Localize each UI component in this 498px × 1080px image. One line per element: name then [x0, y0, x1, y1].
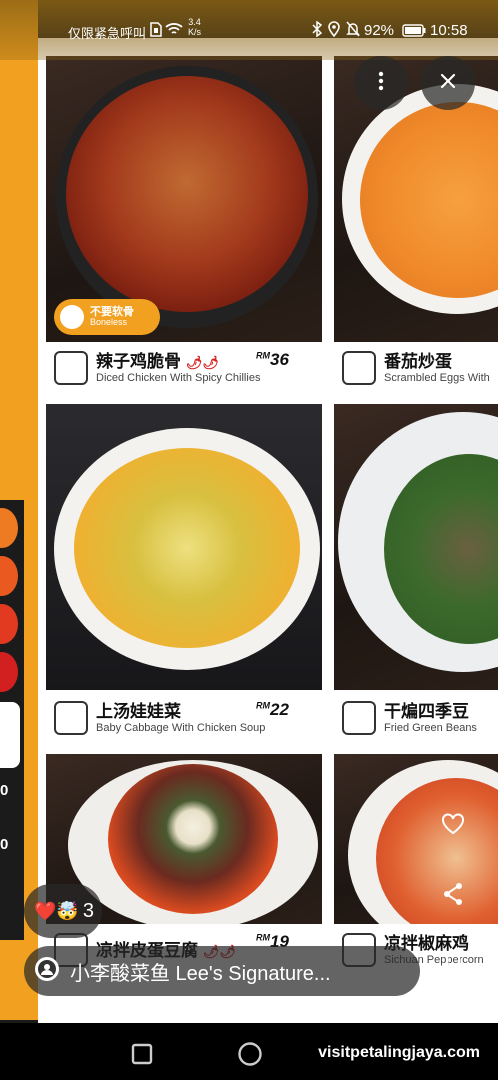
item-name-en: Diced Chicken With Spicy Chillies	[96, 371, 261, 384]
recents-button[interactable]	[131, 1043, 153, 1070]
close-icon	[440, 73, 456, 94]
item-checkbox[interactable]	[342, 701, 376, 735]
location-icon	[328, 21, 340, 42]
menu-item-tomato-eggs[interactable]: 番茄炒蛋 Scrambled Eggs With	[342, 346, 490, 390]
dish-photo-baby-cabbage	[46, 404, 322, 690]
reaction-emoji-icon: ❤️🤯	[34, 900, 79, 921]
menu-item-spicy-chicken[interactable]: 辣子鸡脆骨 🌶🌶 Diced Chicken With Spicy Chilli…	[54, 346, 260, 390]
item-checkbox[interactable]	[342, 351, 376, 385]
bluetooth-icon	[312, 20, 323, 42]
item-name-zh: 辣子鸡脆骨	[96, 351, 181, 371]
badge-en: Boneless	[90, 317, 128, 328]
home-button[interactable]	[237, 1041, 263, 1072]
mute-bell-icon	[346, 21, 360, 42]
dish-photo-green-beans	[334, 404, 498, 690]
chili-icon: 🌶🌶	[185, 354, 219, 370]
screen: 0 0 不要软骨 Boneless 辣子鸡脆骨 🌶🌶 Diced Chicken…	[0, 0, 498, 1080]
reaction-summary[interactable]: ❤️🤯 3	[24, 884, 102, 938]
menu-item-baby-cabbage[interactable]: 上汤娃娃菜 Baby Cabbage With Chicken Soup	[54, 696, 265, 740]
white-tab	[0, 702, 20, 768]
item-name-zh: 番茄炒蛋	[384, 351, 452, 371]
item-checkbox[interactable]	[54, 701, 88, 735]
share-icon	[442, 882, 464, 911]
item-name-zh: 干煸四季豆	[384, 701, 469, 721]
place-caption[interactable]: 小李酸菜鱼 Lee's Signature...	[24, 946, 420, 996]
item-name-zh: 上汤娃娃菜	[96, 701, 181, 721]
clock: 10:58	[430, 22, 468, 39]
carrier-text: 仅限紧急呼叫	[68, 26, 147, 41]
place-avatar-icon	[34, 956, 60, 987]
more-vertical-icon	[378, 71, 384, 96]
item-name-en: Fried Green Beans	[384, 721, 477, 734]
item-checkbox[interactable]	[54, 351, 88, 385]
sim-icon	[150, 22, 162, 42]
side-number: 0	[0, 782, 9, 799]
battery-icon	[402, 24, 426, 42]
item-price: RM22	[256, 700, 289, 719]
side-number: 0	[0, 836, 9, 853]
network-speed: 3.4 K/s	[188, 17, 202, 38]
like-button[interactable]	[433, 806, 473, 846]
save-button[interactable]	[433, 946, 473, 986]
menu-item-green-beans[interactable]: 干煸四季豆 Fried Green Beans	[342, 696, 477, 740]
wifi-icon	[165, 22, 183, 41]
menu-side-strip: 0 0	[0, 0, 38, 1020]
boneless-badge: 不要软骨 Boneless	[54, 299, 160, 335]
close-button[interactable]	[421, 56, 475, 110]
more-options-button[interactable]	[354, 56, 408, 110]
reaction-count: 3	[82, 899, 94, 922]
speed-unit: K/s	[188, 26, 202, 37]
battery-percent: 92%	[364, 22, 395, 39]
share-button[interactable]	[433, 876, 473, 916]
dish-photo-peppercorn-chicken	[334, 754, 498, 924]
bookmark-icon	[445, 953, 461, 980]
status-bar: 仅限紧急呼叫 3.4 K/s 92% 10:58	[0, 0, 498, 60]
item-name-en: Scrambled Eggs With	[384, 371, 490, 384]
heart-icon	[441, 812, 465, 840]
caption-text: 小李酸菜鱼 Lee's Signature...	[70, 962, 331, 985]
watermark: visitpetalingjaya.com	[318, 1044, 480, 1061]
item-price: RM36	[256, 350, 289, 369]
item-name-en: Baby Cabbage With Chicken Soup	[96, 721, 266, 734]
